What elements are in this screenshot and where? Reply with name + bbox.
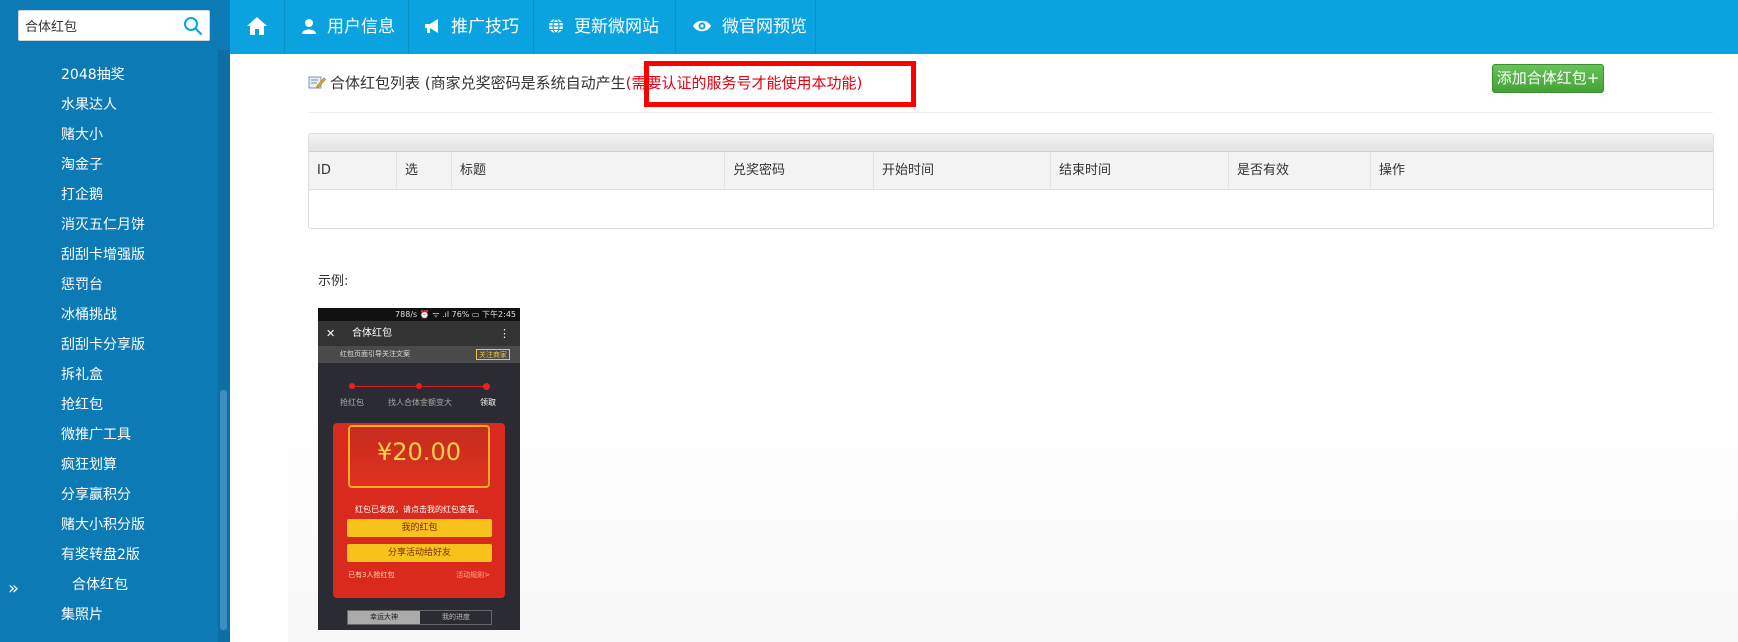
nav-user-info[interactable]: 用户信息 [285, 0, 409, 54]
phone-amount: ¥20.00 [377, 438, 461, 466]
phone-step-label: 找人合体金额变大 [388, 398, 452, 407]
sidebar-item[interactable]: 刮刮卡增强版 [61, 240, 145, 270]
nav-home[interactable] [230, 0, 285, 54]
phone-grabbed-count: 已有3人抢红包 [348, 571, 395, 579]
nav-promotion-tips-label: 推广技巧 [451, 17, 519, 37]
phone-hint: 红包已发放，请点击我的红包查看。 [355, 505, 483, 514]
example-phone-screenshot: 788/s ⏰ ᯤ .ıl 76% ▭ 下午2:45 ✕ 合体红包 ⋮ 红包页面… [318, 308, 520, 630]
nav-user-info-label: 用户信息 [327, 17, 395, 37]
phone-step-dot [349, 383, 355, 389]
phone-step-dot [483, 383, 490, 390]
home-icon [247, 16, 267, 35]
eye-icon [693, 20, 711, 31]
table-header: ID 选 标题 兑奖密码 开始时间 结束时间 是否有效 操作 [309, 152, 1713, 190]
nav-update-microsite[interactable]: 更新微网站 [534, 0, 676, 54]
phone-my-packet-button: 我的红包 [347, 519, 492, 537]
sidebar-item[interactable]: 刮刮卡分享版 [61, 330, 145, 360]
add-combined-red-packet-button[interactable]: 添加合体红包+ [1492, 64, 1604, 93]
sidebar-item[interactable]: 有奖转盘2版 [61, 540, 140, 570]
phone-share-button: 分享活动给好友 [347, 544, 492, 562]
double-chevron-right-icon: » [8, 578, 20, 599]
sidebar-item[interactable]: 拆礼盒 [61, 360, 103, 390]
phone-step-dot [416, 383, 422, 389]
sidebar-item[interactable]: 打企鹅 [61, 180, 103, 210]
sidebar-menu: 2048抽奖 水果达人 赌大小 淘金子 打企鹅 消灭五仁月饼 刮刮卡增强版 惩罚台 冰桶挑战 刮刮… [0, 41, 218, 642]
sidebar-item[interactable]: 惩罚台 [61, 270, 103, 300]
divider [308, 112, 1713, 113]
sidebar: 拆盒王 2048抽奖水果达人赌大小淘金子打企鹅消灭五仁月饼刮刮卡增强版惩罚台冰桶… [0, 0, 230, 642]
globe-icon [549, 17, 563, 34]
column-header-title: 标题 [452, 152, 725, 189]
close-icon: ✕ [326, 327, 336, 340]
phone-tab: 我的进度 [442, 613, 470, 621]
sidebar-item[interactable]: 消灭五仁月饼 [61, 210, 145, 240]
more-vertical-icon: ⋮ [499, 327, 510, 340]
column-header-is-valid: 是否有效 [1229, 152, 1371, 189]
sidebar-item[interactable]: 水果达人 [61, 90, 117, 120]
column-header-end-time: 结束时间 [1051, 152, 1229, 189]
sidebar-item[interactable]: 抢红包 [61, 390, 103, 420]
nav-microsite-preview[interactable]: 微官网预览 [676, 0, 816, 54]
column-header-id: ID [309, 152, 397, 189]
sidebar-item[interactable]: 赌大小 [61, 120, 103, 150]
phone-follow-bar: 红包页面引导关注文案 关注商家 [318, 346, 520, 363]
sidebar-item[interactable]: 合体红包 [72, 570, 128, 600]
column-header-select: 选 [397, 152, 452, 189]
sidebar-item[interactable]: 2048抽奖 [61, 60, 125, 90]
warning-highlight-box [644, 61, 916, 107]
top-navigation: 用户信息 推广技巧 更新微网站 微官网预览 [230, 0, 1738, 54]
phone-status-bar: 788/s ⏰ ᯤ .ıl 76% ▭ 下午2:45 [318, 308, 520, 321]
example-label: 示例: [318, 274, 349, 289]
phone-step-label: 领取 [480, 398, 496, 407]
megaphone-icon [425, 18, 438, 33]
sidebar-item[interactable]: 淘金子 [61, 150, 103, 180]
phone-tabs: 幸运大神 我的进度 [347, 610, 492, 625]
user-icon [302, 18, 316, 34]
column-header-actions: 操作 [1379, 163, 1406, 178]
nav-update-microsite-label: 更新微网站 [574, 17, 659, 37]
sidebar-search-box [18, 10, 210, 41]
phone-rules-link: 活动规则> [456, 571, 490, 579]
column-header-redeem-password: 兑奖密码 [725, 152, 874, 189]
sidebar-item[interactable]: 赌大小积分版 [61, 510, 145, 540]
search-icon[interactable] [183, 16, 203, 36]
phone-app-title: 合体红包 [352, 328, 392, 339]
nav-microsite-preview-label: 微官网预览 [722, 17, 807, 37]
phone-tab: 幸运大神 [348, 611, 420, 624]
phone-step-label: 抢红包 [340, 398, 364, 407]
edit-note-icon [308, 76, 326, 89]
nav-promotion-tips[interactable]: 推广技巧 [409, 0, 534, 54]
phone-follow-button: 关注商家 [476, 349, 510, 360]
sidebar-item[interactable]: 疯狂划算 [61, 450, 117, 480]
sidebar-item[interactable]: 集照片 [61, 600, 103, 630]
sidebar-item[interactable]: 微推广工具 [61, 420, 131, 450]
sidebar-item[interactable]: 冰桶挑战 [61, 300, 117, 330]
sidebar-scroll-thumb[interactable] [220, 390, 227, 630]
red-packet-table: ID 选 标题 兑奖密码 开始时间 结束时间 是否有效 操作 [308, 133, 1714, 229]
column-header-start-time: 开始时间 [874, 152, 1051, 189]
sidebar-search-input[interactable] [19, 11, 179, 40]
sidebar-item[interactable]: 分享赢积分 [61, 480, 131, 510]
page-title-text: 合体红包列表 (商家兑奖密码是系统自动产生 [330, 74, 626, 92]
table-toolbar [309, 134, 1713, 152]
phone-follow-text: 红包页面引导关注文案 [340, 350, 410, 358]
phone-app-bar: ✕ 合体红包 ⋮ [318, 321, 520, 346]
